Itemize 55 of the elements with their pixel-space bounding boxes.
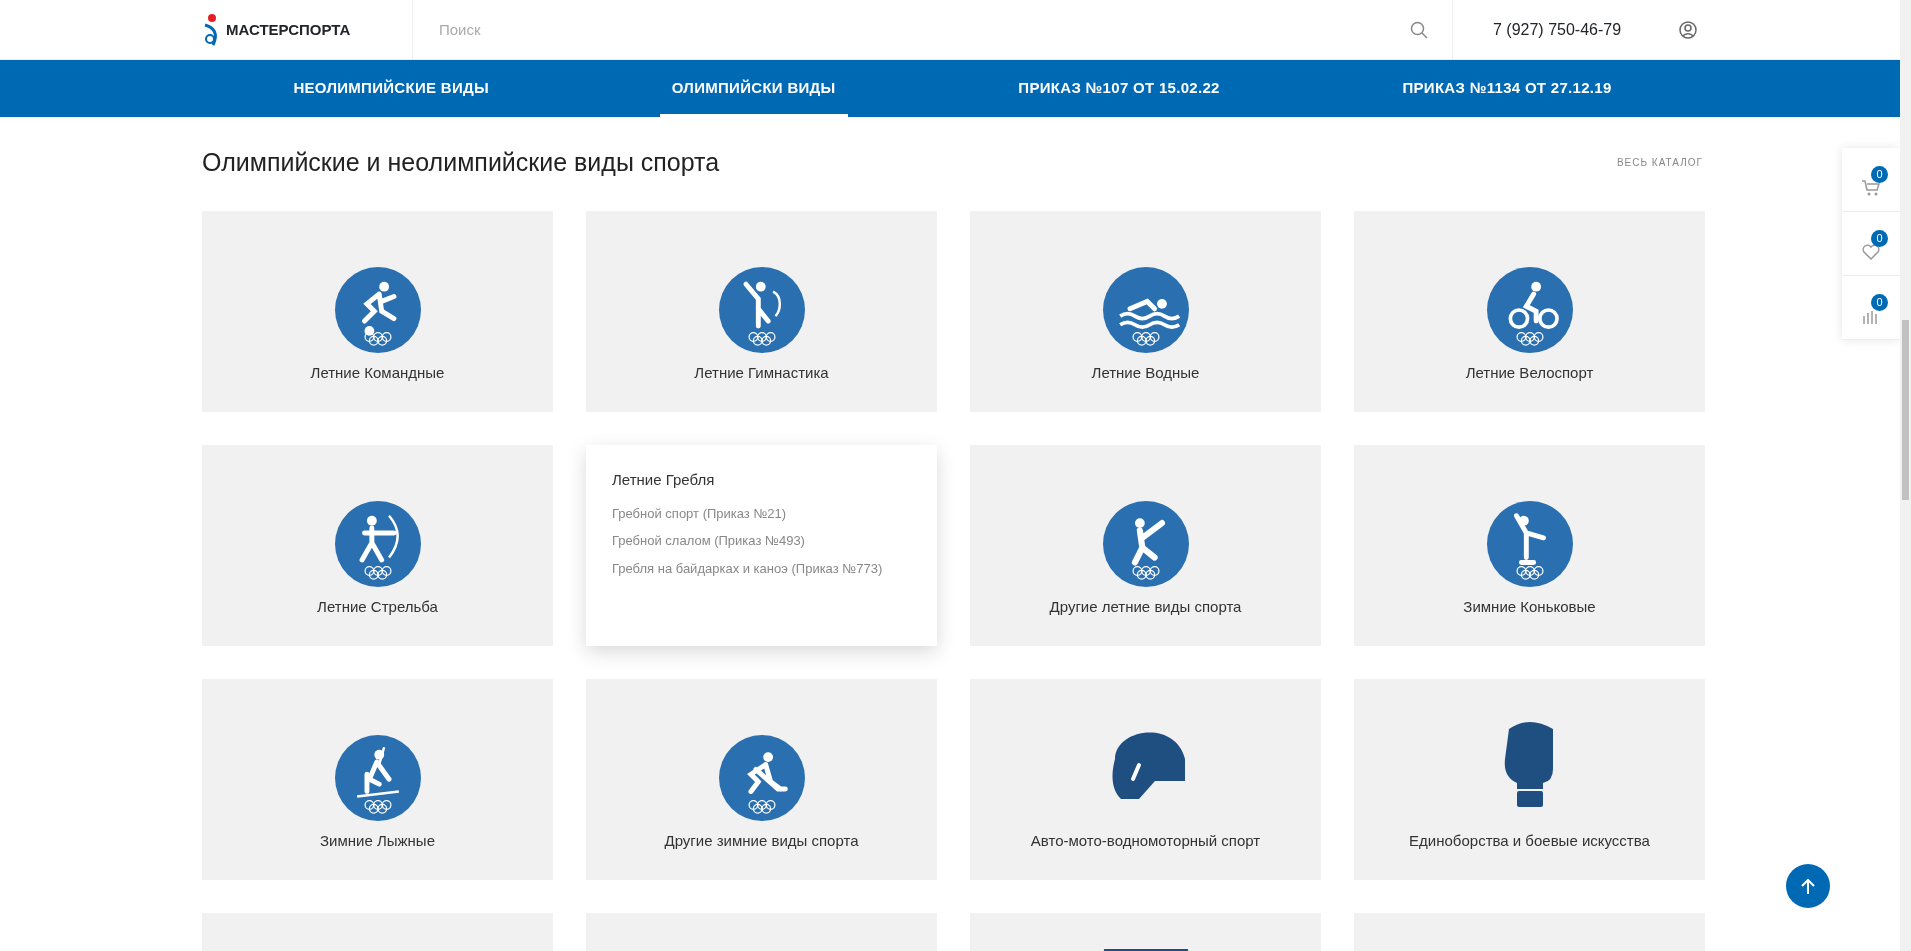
sport-pictogram-icon xyxy=(1486,501,1573,587)
sport-pictogram-icon xyxy=(1102,501,1189,587)
card-label: Зимние Лыжные xyxy=(320,830,435,851)
category-card[interactable]: Другие летние виды спорта xyxy=(970,445,1321,646)
card-label: Летние Водные xyxy=(1091,362,1200,383)
sport-pictogram-icon xyxy=(718,735,805,821)
card-label: Единоборства и боевые искусства xyxy=(1409,830,1650,851)
scrollbar[interactable] xyxy=(1900,0,1911,951)
count-badge: 0 xyxy=(1871,166,1888,183)
arrow-up-icon xyxy=(1801,878,1815,895)
card-label: Авто-мото-водномоторный спорт xyxy=(1030,830,1261,851)
category-card[interactable]: Летние Стрельба xyxy=(202,445,553,646)
nav-tab[interactable]: НЕОЛИМПИЙСКИЕ ВИДЫ xyxy=(281,60,501,117)
subcategory-link[interactable]: Гребной спорт (Приказ №21) xyxy=(612,503,911,523)
phone-link[interactable]: 7 (927) 750-46-79 xyxy=(1493,18,1622,42)
category-card[interactable]: Летние Гимнастика xyxy=(586,211,937,412)
sport-pictogram-icon xyxy=(1102,267,1189,353)
category-card[interactable]: Другие зимние виды спорта xyxy=(586,679,937,880)
card-label: Летние Велоспорт xyxy=(1465,362,1594,383)
count-badge: 0 xyxy=(1871,294,1888,311)
cart-icon xyxy=(1862,179,1880,196)
category-card[interactable]: Зимние Коньковые xyxy=(1354,445,1705,646)
subcategory-link[interactable]: Гребля на байдарках и каноэ (Приказ №773) xyxy=(612,558,911,578)
category-card[interactable]: Летние Командные xyxy=(202,211,553,412)
logo-text[interactable]: МАСТЕРСПОРТА xyxy=(226,18,351,42)
nav-tab[interactable]: ПРИКАЗ №107 ОТ 15.02.22 xyxy=(1006,60,1232,117)
category-card[interactable]: Летние Гребля Гребной спорт (Приказ №21) Гребной слалом (Приказ №493) Гребля на байдарках и каноэ (Приказ №773) xyxy=(586,445,937,646)
card-label: Другие летние виды спорта xyxy=(1049,596,1242,617)
sport-pictogram-icon xyxy=(334,267,421,353)
card-label: Летние Командные xyxy=(310,362,445,383)
sport-pictogram-icon xyxy=(718,267,805,353)
search-icon[interactable] xyxy=(1410,21,1428,39)
card-label: Другие зимние виды спорта xyxy=(664,830,859,851)
scroll-top-button[interactable] xyxy=(1786,864,1830,908)
category-card[interactable]: Авто-мото-водномоторный спорт xyxy=(970,679,1321,880)
sport-pictogram-icon xyxy=(1486,267,1573,353)
category-card[interactable]: Летние Велоспорт xyxy=(1354,211,1705,412)
sport-pictogram-icon xyxy=(334,735,421,821)
sport-pictogram-icon xyxy=(334,501,421,587)
category-card[interactable]: Единоборства и боевые искусства xyxy=(1354,679,1705,880)
card-label: Летние Стрельба xyxy=(317,596,438,617)
section-title: Олимпийские и неолимпийские виды спорта xyxy=(202,147,720,177)
user-icon[interactable] xyxy=(1679,21,1697,39)
category-card[interactable]: Летние Водные xyxy=(970,211,1321,412)
category-card[interactable]: Зимние Лыжные xyxy=(202,679,553,880)
subcategory-link[interactable]: Гребной слалом (Приказ №493) xyxy=(612,531,911,551)
heart-icon xyxy=(1862,243,1880,260)
nav-tab[interactable]: ОЛИМПИЙСКИ ВИДЫ xyxy=(659,60,848,117)
count-badge: 0 xyxy=(1871,230,1888,247)
catalog-link[interactable]: ВЕСЬ КАТАЛОГ xyxy=(1616,154,1703,170)
card-title: Летние Гребля xyxy=(612,470,716,490)
card-label: Летние Гимнастика xyxy=(694,362,829,383)
scrollbar-thumb[interactable] xyxy=(1902,320,1909,500)
nav-tab[interactable]: ПРИКАЗ №1134 ОТ 27.12.19 xyxy=(1390,60,1624,117)
card-label: Зимние Коньковые xyxy=(1463,596,1596,617)
